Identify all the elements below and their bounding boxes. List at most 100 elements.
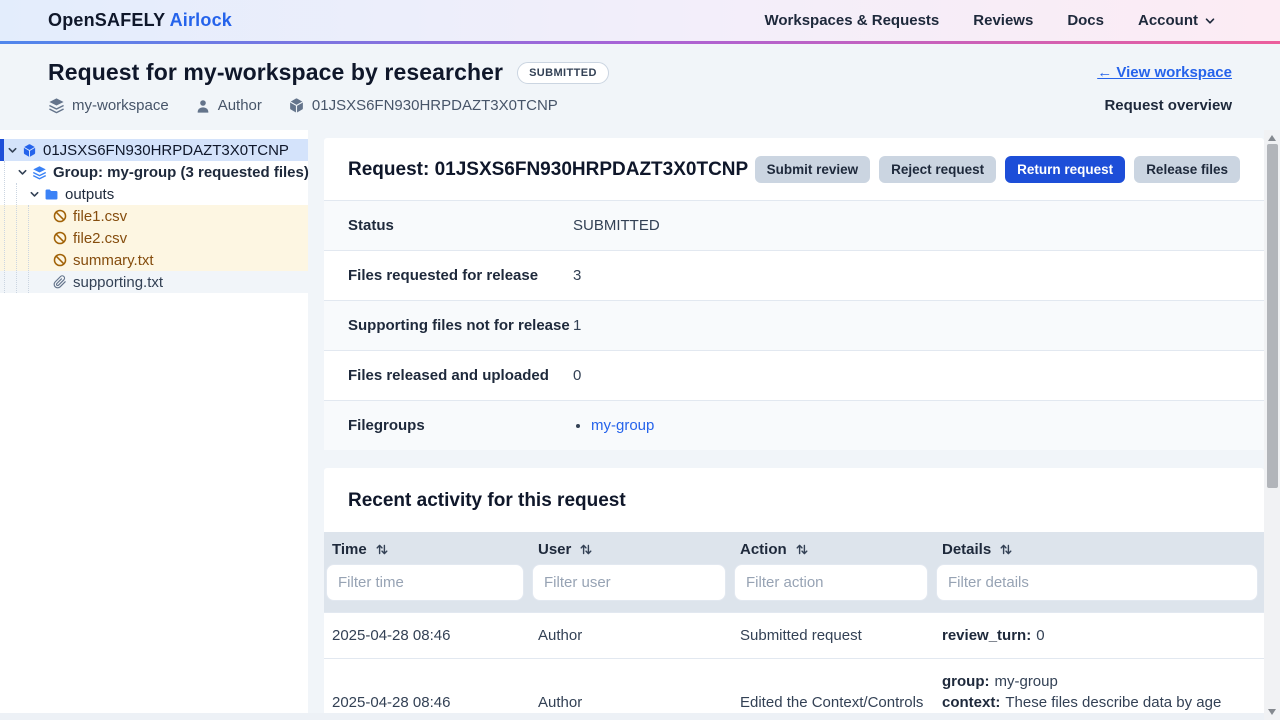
activity-table-header: Time User Action Details — [324, 532, 1264, 563]
tree-item-summary[interactable]: summary.txt — [0, 249, 308, 271]
activity-row: 2025-04-28 08:46 Author Edited the Conte… — [324, 658, 1264, 720]
workspace-name: my-workspace — [72, 97, 169, 114]
nav-links: Workspaces & Requests Reviews Docs Accou… — [764, 12, 1216, 29]
chevron-down-icon[interactable] — [17, 167, 28, 178]
request-summary-rows: Status SUBMITTED Files requested for rel… — [324, 200, 1264, 450]
chevron-down-icon[interactable] — [29, 189, 40, 200]
column-header-action: Action — [732, 532, 934, 563]
filter-action-input[interactable] — [734, 564, 928, 601]
view-workspace-link[interactable]: ← View workspace — [1097, 64, 1232, 81]
brand-primary: OpenSAFELY — [48, 10, 165, 30]
summary-row-label: Supporting files not for release — [348, 317, 573, 334]
scroll-down-arrow-icon[interactable] — [1268, 709, 1276, 715]
sort-icon[interactable] — [580, 543, 592, 556]
meta-author: Author — [195, 97, 262, 114]
nav-reviews[interactable]: Reviews — [973, 12, 1033, 29]
return-request-button[interactable]: Return request — [1005, 156, 1125, 183]
tree-item-label: Group: my-group (3 requested files) — [53, 164, 309, 181]
summary-row-label: Filegroups — [348, 417, 573, 434]
nav-workspaces-requests[interactable]: Workspaces & Requests — [764, 12, 939, 29]
vertical-scrollbar[interactable] — [1264, 130, 1280, 720]
reject-request-button[interactable]: Reject request — [879, 156, 996, 183]
tree-item-group[interactable]: Group: my-group (3 requested files) — [0, 161, 308, 183]
sort-icon[interactable] — [1000, 543, 1012, 556]
summary-row-label: Status — [348, 217, 573, 234]
summary-row-label: Files requested for release — [348, 267, 573, 284]
layers-icon — [32, 165, 47, 180]
summary-row-value: 0 — [573, 367, 581, 384]
tree-guide — [28, 205, 29, 293]
meta-request-id: 01JSXS6FN930HRPDAZT3X0TCNP — [288, 97, 558, 114]
main-content: Request: 01JSXS6FN930HRPDAZT3X0TCNP Subm… — [308, 130, 1280, 720]
page-header: Request for my-workspace by researcher S… — [0, 44, 1280, 130]
user-icon — [195, 98, 211, 114]
tree-item-label: summary.txt — [73, 252, 154, 269]
summary-row-files-requested: Files requested for release 3 — [324, 250, 1264, 300]
scroll-up-arrow-icon[interactable] — [1268, 135, 1276, 141]
summary-row-filegroups: Filegroups my-group — [324, 400, 1264, 450]
cube-icon — [22, 143, 37, 158]
sort-icon[interactable] — [376, 543, 388, 556]
request-id: 01JSXS6FN930HRPDAZT3X0TCNP — [312, 97, 558, 114]
app-logo[interactable]: OpenSAFELY Airlock — [48, 10, 232, 31]
tree-item-label: 01JSXS6FN930HRPDAZT3X0TCNP — [43, 142, 289, 159]
summary-row-value: 1 — [573, 317, 581, 334]
activity-time: 2025-04-28 08:46 — [324, 615, 530, 656]
tree-item-label: file2.csv — [73, 230, 127, 247]
request-overview-label: Request overview — [1104, 97, 1232, 114]
filter-details-input[interactable] — [936, 564, 1258, 601]
filter-user-input[interactable] — [532, 564, 726, 601]
page-title: Request for my-workspace by researcher — [48, 59, 503, 86]
request-summary-card: Request: 01JSXS6FN930HRPDAZT3X0TCNP Subm… — [324, 138, 1264, 450]
activity-details: review_turn:0 — [934, 613, 1264, 658]
meta-workspace: my-workspace — [48, 97, 169, 114]
activity-user: Author — [530, 615, 732, 656]
column-header-details: Details — [934, 532, 1264, 563]
activity-title: Recent activity for this request — [324, 468, 1264, 532]
summary-row-files-released: Files released and uploaded 0 — [324, 350, 1264, 400]
tree-item-outputs[interactable]: outputs — [0, 183, 308, 205]
scrollbar-thumb[interactable] — [1267, 144, 1278, 488]
activity-row: 2025-04-28 08:46 Author Submitted reques… — [324, 612, 1264, 658]
folder-icon — [44, 187, 59, 202]
summary-row-value: SUBMITTED — [573, 217, 660, 234]
filegroup-link[interactable]: my-group — [591, 417, 654, 434]
request-card-title: Request: 01JSXS6FN930HRPDAZT3X0TCNP — [348, 159, 748, 181]
summary-row-value: 3 — [573, 267, 581, 284]
top-navbar: OpenSAFELY Airlock Workspaces & Requests… — [0, 0, 1280, 44]
horizontal-scrollbar[interactable] — [0, 713, 1264, 720]
summary-row-status: Status SUBMITTED — [324, 200, 1264, 250]
tree-item-label: supporting.txt — [73, 274, 163, 291]
filegroup-list-item: my-group — [591, 417, 654, 434]
tree-item-supporting[interactable]: supporting.txt — [0, 271, 308, 293]
file-under-review-icon — [53, 253, 67, 267]
author-name: Author — [218, 97, 262, 114]
tree-item-label: outputs — [65, 186, 114, 203]
cube-icon — [288, 97, 305, 114]
tree-guide — [16, 183, 17, 293]
column-header-time: Time — [324, 532, 530, 563]
request-meta: my-workspace Author 01JSXS6FN930HRPDAZT3… — [48, 97, 558, 114]
chevron-down-icon[interactable] — [7, 145, 18, 156]
nav-account-menu[interactable]: Account — [1138, 12, 1216, 29]
sort-icon[interactable] — [796, 543, 808, 556]
layers-icon — [48, 97, 65, 114]
filter-time-input[interactable] — [326, 564, 524, 601]
file-tree: 01JSXS6FN930HRPDAZT3X0TCNP Group: my-gro… — [0, 130, 308, 720]
tree-item-file1[interactable]: file1.csv — [0, 205, 308, 227]
summary-row-label: Files released and uploaded — [348, 367, 573, 384]
nav-account-label: Account — [1138, 12, 1198, 29]
submit-review-button[interactable]: Submit review — [755, 156, 871, 183]
status-badge: SUBMITTED — [517, 62, 609, 84]
tree-item-file2[interactable]: file2.csv — [0, 227, 308, 249]
column-header-user: User — [530, 532, 732, 563]
nav-docs[interactable]: Docs — [1067, 12, 1104, 29]
activity-card: Recent activity for this request Time Us… — [324, 468, 1264, 720]
brand-secondary: Airlock — [170, 10, 232, 30]
activity-details: group:my-group context:These files descr… — [934, 659, 1264, 720]
summary-row-supporting-files: Supporting files not for release 1 — [324, 300, 1264, 350]
file-under-review-icon — [53, 231, 67, 245]
tree-item-request-id[interactable]: 01JSXS6FN930HRPDAZT3X0TCNP — [0, 139, 308, 161]
release-files-button[interactable]: Release files — [1134, 156, 1240, 183]
activity-filter-row — [324, 563, 1264, 612]
